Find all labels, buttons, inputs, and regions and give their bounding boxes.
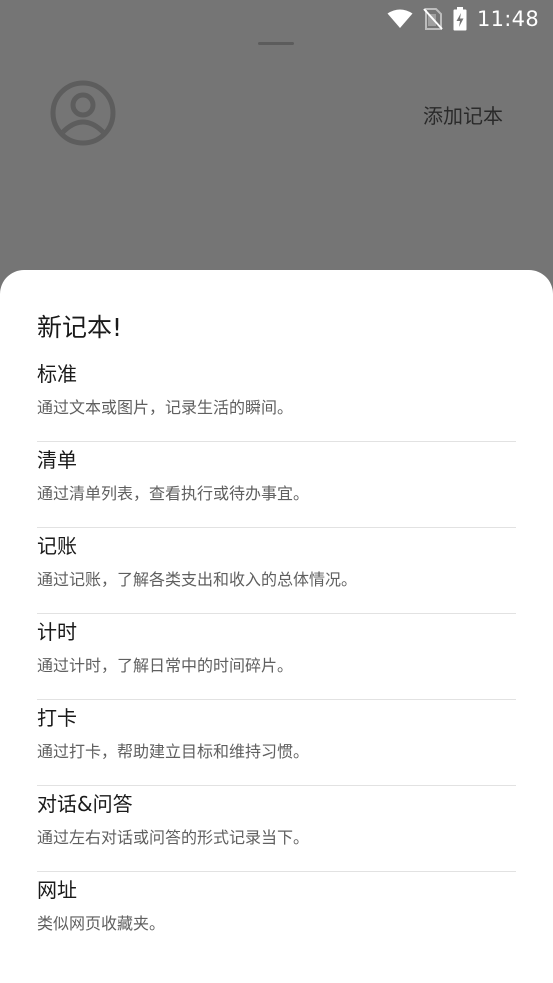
- option-title: 标准: [37, 362, 77, 386]
- no-sim-icon: [423, 8, 443, 30]
- option-description: 类似网页收藏夹。: [37, 914, 166, 933]
- option-description: 通过计时，了解日常中的时间碎片。: [37, 656, 294, 675]
- new-notebook-sheet: 新记本! 标准 通过文本或图片，记录生活的瞬间。 清单 通过清单列表，查看执行或…: [0, 270, 553, 983]
- option-title: 对话&问答: [37, 792, 133, 816]
- option-standard[interactable]: 标准 通过文本或图片，记录生活的瞬间。: [37, 356, 516, 442]
- drag-handle: [258, 42, 294, 45]
- battery-charging-icon: [453, 7, 467, 31]
- option-description: 通过左右对话或问答的形式记录当下。: [37, 828, 310, 847]
- status-bar: 11:48: [0, 0, 553, 38]
- option-description: 通过清单列表，查看执行或待办事宜。: [37, 484, 310, 503]
- option-dialogue-qa[interactable]: 对话&问答 通过左右对话或问答的形式记录当下。: [37, 786, 516, 872]
- option-description: 通过打卡，帮助建立目标和维持习惯。: [37, 742, 310, 761]
- option-accounting[interactable]: 记账 通过记账，了解各类支出和收入的总体情况。: [37, 528, 516, 614]
- option-title: 清单: [37, 448, 77, 472]
- option-check-in[interactable]: 打卡 通过打卡，帮助建立目标和维持习惯。: [37, 700, 516, 786]
- background-page: 添加记本: [0, 38, 553, 270]
- option-checklist[interactable]: 清单 通过清单列表，查看执行或待办事宜。: [37, 442, 516, 528]
- sheet-title: 新记本!: [37, 313, 123, 342]
- option-title: 记账: [37, 534, 77, 558]
- option-title: 打卡: [37, 706, 77, 730]
- option-description: 通过记账，了解各类支出和收入的总体情况。: [37, 570, 358, 589]
- option-title: 计时: [37, 620, 77, 644]
- option-url[interactable]: 网址 类似网页收藏夹。: [37, 872, 516, 958]
- notebook-type-list: 标准 通过文本或图片，记录生活的瞬间。 清单 通过清单列表，查看执行或待办事宜。…: [37, 356, 516, 958]
- add-notebook-button[interactable]: 添加记本: [423, 100, 503, 129]
- user-avatar-icon[interactable]: [49, 79, 117, 147]
- option-description: 通过文本或图片，记录生活的瞬间。: [37, 398, 294, 417]
- option-title: 网址: [37, 878, 77, 902]
- status-time: 11:48: [476, 7, 539, 31]
- wifi-icon: [387, 9, 413, 29]
- option-timer[interactable]: 计时 通过计时，了解日常中的时间碎片。: [37, 614, 516, 700]
